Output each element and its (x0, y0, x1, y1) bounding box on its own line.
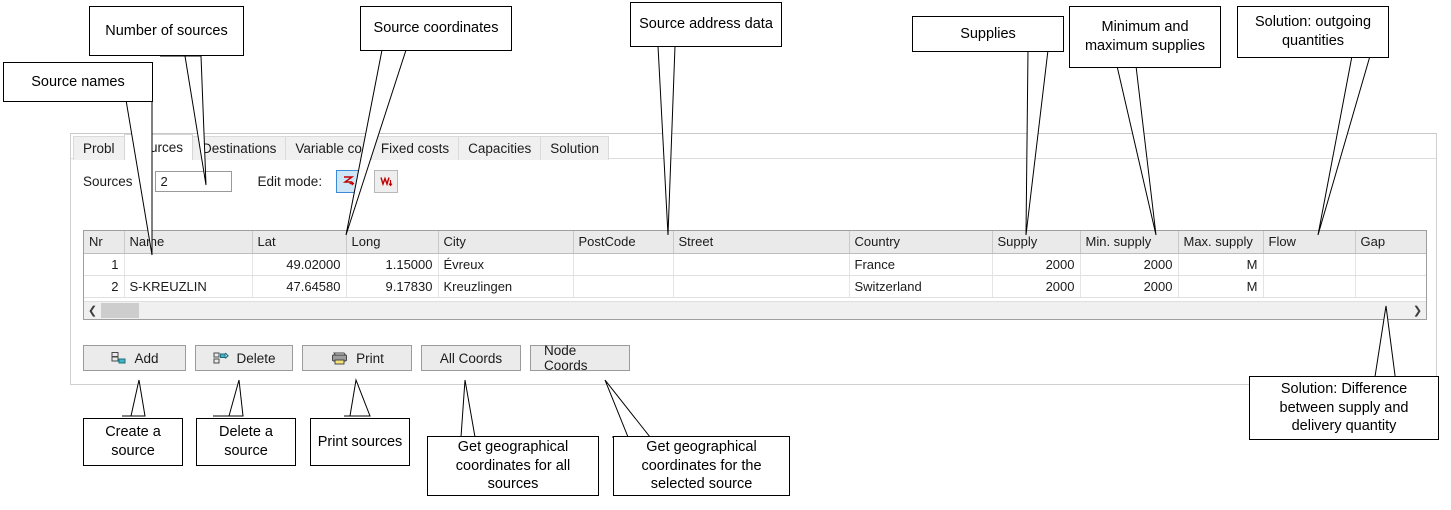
callout-source-names: Source names (3, 62, 153, 102)
callout-source-coordinates: Source coordinates (360, 6, 512, 51)
callout-geo-all: Get geographical coordinates for all sou… (427, 436, 599, 496)
callout-create-a-source: Create a source (83, 418, 183, 466)
callout-print-sources: Print sources (310, 418, 410, 466)
callout-solution-difference: Solution: Difference between supply and … (1249, 376, 1439, 440)
callout-supplies: Supplies (912, 16, 1064, 52)
callout-geo-selected: Get geographical coordinates for the sel… (613, 436, 790, 496)
callout-solution-outgoing: Solution: outgoing quantities (1237, 6, 1389, 58)
callout-delete-a-source: Delete a source (196, 418, 296, 466)
callout-number-of-sources: Number of sources (89, 6, 244, 56)
callout-min-max-supplies: Minimum and maximum supplies (1069, 6, 1221, 68)
callout-source-address-data: Source address data (630, 2, 782, 47)
